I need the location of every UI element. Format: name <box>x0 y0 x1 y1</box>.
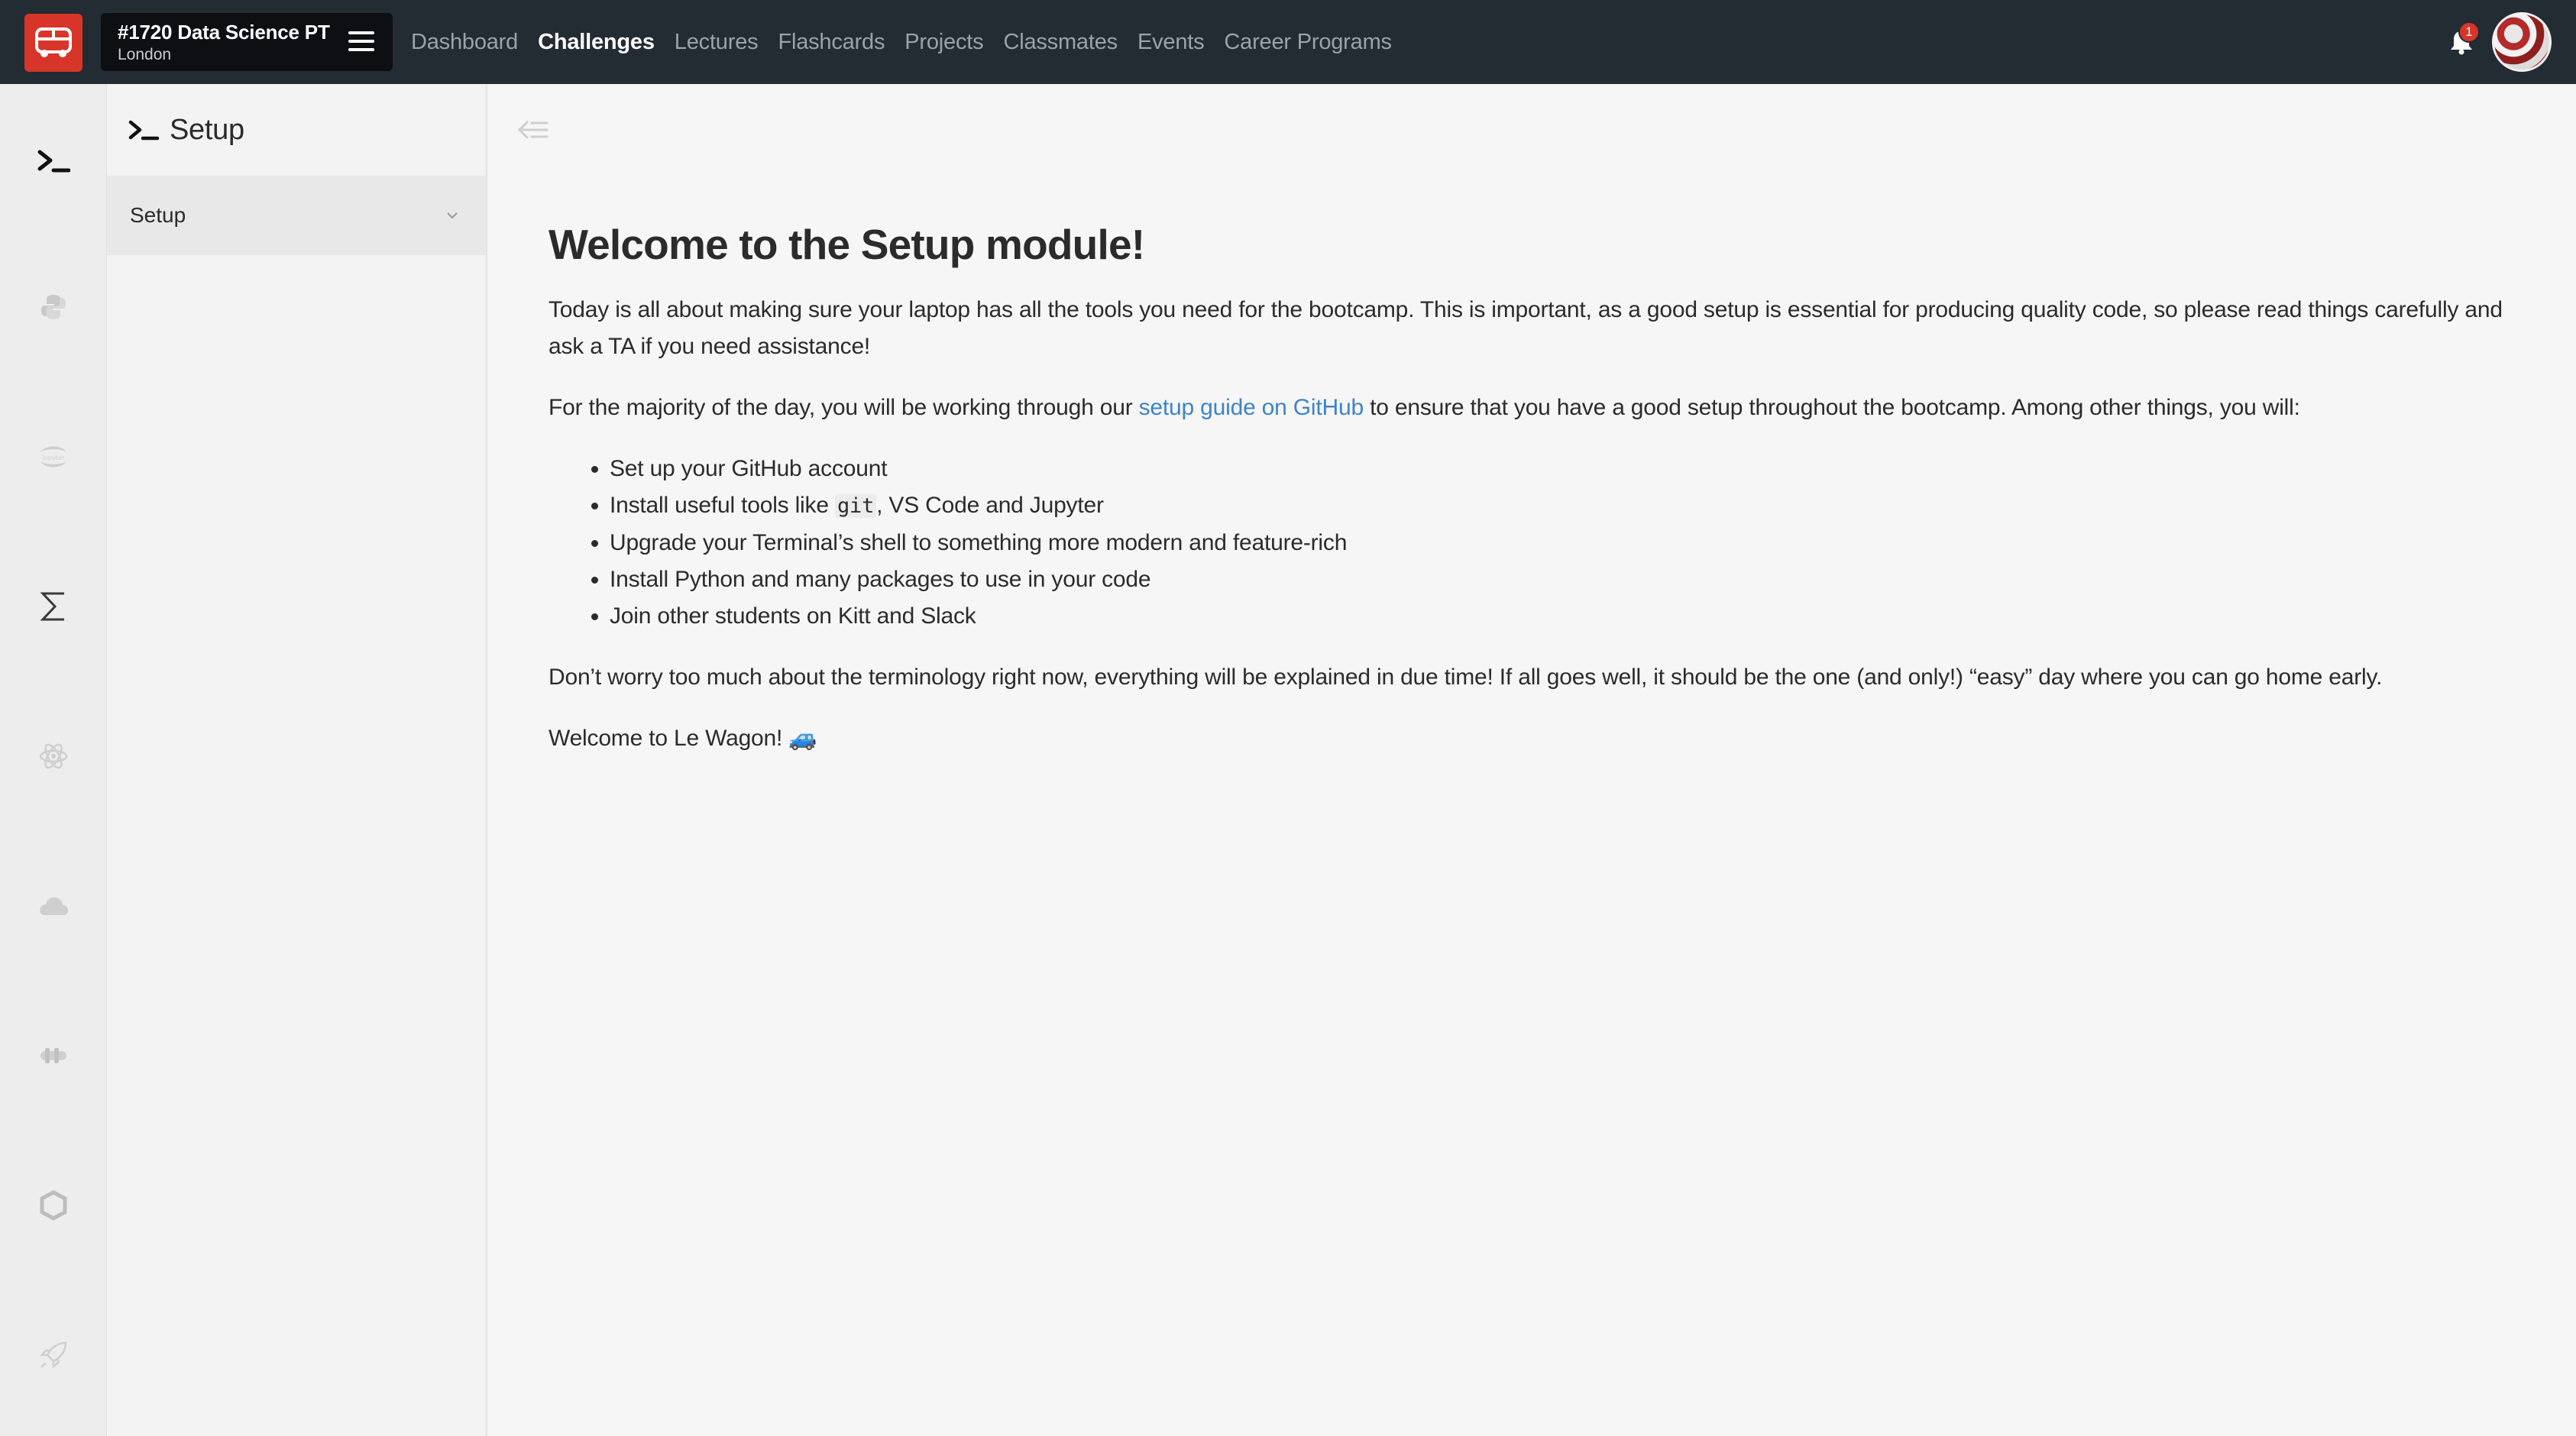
nav-projects[interactable]: Projects <box>905 30 983 55</box>
tasks-list: Set up your GitHub account Install usefu… <box>610 451 2535 635</box>
sidebar-item-label: Setup <box>130 203 186 227</box>
batch-selector[interactable]: #1720 Data Science PT London <box>101 13 393 71</box>
list-item: Join other students on Kitt and Slack <box>610 598 2535 635</box>
nav-events[interactable]: Events <box>1138 30 1205 55</box>
setup-guide-link[interactable]: setup guide on GitHub <box>1139 395 1364 420</box>
le-wagon-logo[interactable] <box>24 14 83 72</box>
nav-flashcards[interactable]: Flashcards <box>778 30 885 55</box>
rocket-icon[interactable] <box>35 1337 72 1373</box>
sidebar-header: Setup <box>107 84 486 176</box>
setup-text-after: to ensure that you have a good setup thr… <box>1363 395 2300 420</box>
nav-challenges[interactable]: Challenges <box>538 30 655 55</box>
bus-icon <box>35 27 72 57</box>
nav-lectures[interactable]: Lectures <box>675 30 759 55</box>
list-item: Install Python and many packages to use … <box>610 561 2535 598</box>
hamburger-menu-icon[interactable] <box>348 31 374 51</box>
module-sidebar: Setup Setup <box>107 84 487 1436</box>
main-nav: Dashboard Challenges Lectures Flashcards… <box>411 0 1412 84</box>
list-item: Upgrade your Terminal’s shell to somethi… <box>610 525 2535 561</box>
collapse-left-icon <box>517 121 549 139</box>
list-item-text: , VS Code and Jupyter <box>876 493 1104 518</box>
sigma-icon[interactable] <box>35 588 72 625</box>
terminal-icon[interactable] <box>35 142 72 179</box>
python-icon[interactable] <box>35 289 72 325</box>
tensorflow-icon[interactable] <box>35 1037 72 1074</box>
atom-icon[interactable] <box>35 738 72 775</box>
intro-paragraph: Today is all about making sure your lapt… <box>549 297 2503 359</box>
sidebar-item-setup[interactable]: Setup <box>107 176 486 255</box>
list-item-text: Install useful tools like <box>610 493 835 518</box>
collapse-sidebar-button[interactable] <box>516 115 550 145</box>
setup-text-before: For the majority of the day, you will be… <box>549 395 1139 420</box>
terminology-paragraph: Don’t worry too much about the terminolo… <box>549 665 2383 690</box>
terminal-icon <box>128 120 159 141</box>
setup-paragraph: For the majority of the day, you will be… <box>549 390 2535 426</box>
module-rail: jupyter <box>0 84 107 1436</box>
nav-classmates[interactable]: Classmates <box>1003 30 1118 55</box>
top-navbar: #1720 Data Science PT London Dashboard C… <box>0 0 2576 84</box>
list-item: Set up your GitHub account <box>610 451 2535 487</box>
sidebar-title: Setup <box>170 113 244 146</box>
closing-paragraph: Welcome to Le Wagon! 🚙 <box>549 726 817 751</box>
notification-badge: 1 <box>2458 21 2480 43</box>
inline-code: git <box>834 494 877 518</box>
cloud-icon[interactable] <box>35 888 72 924</box>
chevron-down-icon <box>447 212 458 219</box>
hexagon-icon[interactable] <box>35 1187 72 1224</box>
list-item: Install useful tools like git, VS Code a… <box>610 487 2535 525</box>
jupyter-icon[interactable]: jupyter <box>35 438 72 475</box>
nav-dashboard[interactable]: Dashboard <box>411 30 518 55</box>
avatar[interactable] <box>2492 12 2552 72</box>
svg-text:jupyter: jupyter <box>42 454 65 461</box>
nav-career-programs[interactable]: Career Programs <box>1224 30 1392 55</box>
page-title: Welcome to the Setup module! <box>549 221 1145 268</box>
module-content: Welcome to the Setup module! Today is al… <box>549 217 2535 781</box>
